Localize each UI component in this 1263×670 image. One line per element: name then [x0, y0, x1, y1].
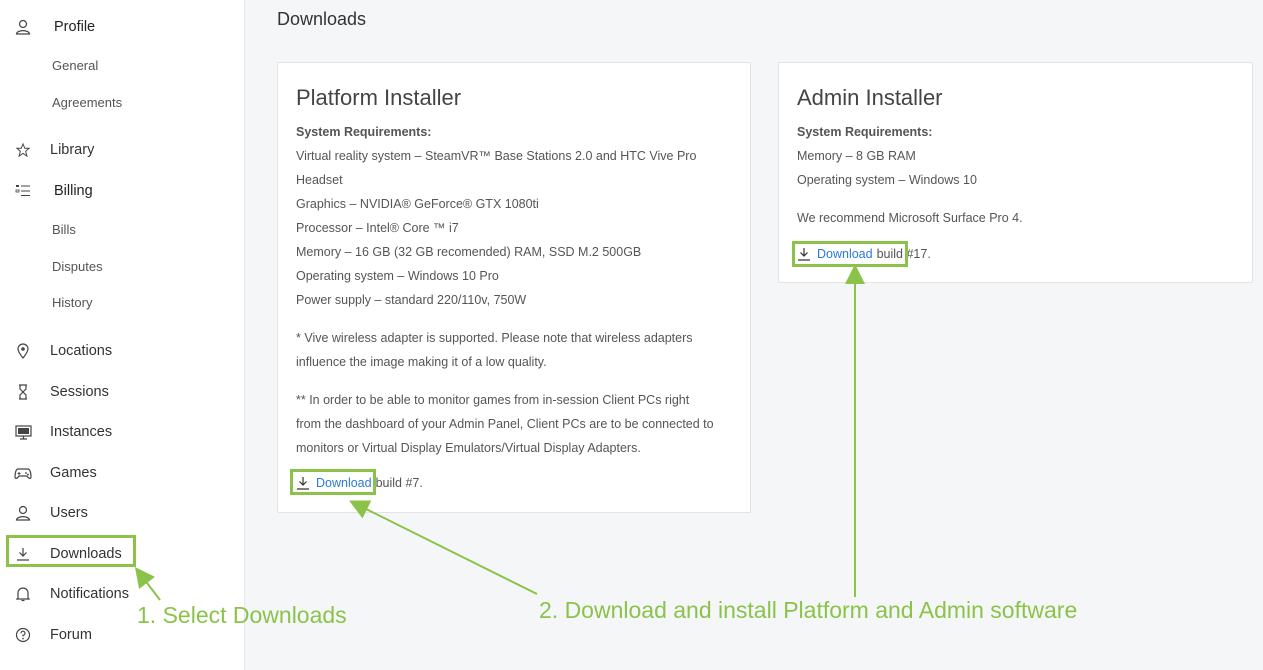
location-pin-icon [14, 342, 32, 360]
nav-locations-label: Locations [50, 343, 113, 359]
platform-req-line: Processor – Intel® Core ™ i7 [296, 221, 459, 235]
nav-games-label: Games [50, 465, 97, 481]
nav-notifications-label: Notifications [50, 586, 129, 602]
nav-users[interactable]: Users [0, 498, 245, 528]
platform-req-line: Headset [296, 173, 343, 187]
help-circle-icon [14, 626, 32, 644]
nav-billing[interactable]: Billing [0, 176, 245, 206]
platform-note: ** In order to be able to monitor games … [296, 393, 690, 407]
arrow-step2-platform [349, 500, 538, 595]
annotation-step1: 1. Select Downloads [137, 602, 347, 628]
downloads-highlight-box [6, 535, 136, 567]
platform-req-line: Memory – 16 GB (32 GB recomended) RAM, S… [296, 245, 642, 259]
platform-req-line: Virtual reality system – SteamVR™ Base S… [296, 149, 697, 163]
admin-req-line: Operating system – Windows 10 [797, 173, 977, 187]
nav-library-label: Library [50, 142, 95, 158]
nav-instances-label: Instances [50, 424, 113, 440]
platform-note: influence the image making it of a low q… [296, 355, 547, 369]
nav-agreements[interactable]: Agreements [52, 93, 122, 113]
admin-req-title: System Requirements: [797, 125, 933, 139]
platform-req-line: Power supply – standard 220/110v, 750W [296, 293, 527, 307]
platform-installer-title: Platform Installer [296, 85, 462, 110]
bell-icon [14, 585, 32, 603]
platform-note: from the dashboard of your Admin Panel, … [296, 417, 714, 431]
nav-history[interactable]: History [52, 293, 92, 313]
star-icon [14, 141, 32, 159]
nav-general[interactable]: General [52, 56, 98, 76]
admin-installer-title: Admin Installer [797, 85, 943, 110]
platform-req-line: Operating system – Windows 10 Pro [296, 269, 499, 283]
nav-library[interactable]: Library [0, 135, 245, 165]
monitor-icon [14, 423, 32, 441]
platform-build-label: build #7. [375, 476, 423, 490]
nav-bills[interactable]: Bills [52, 220, 76, 240]
page-title: Downloads [277, 9, 367, 29]
nav-sessions[interactable]: Sessions [0, 377, 245, 407]
platform-req-title: System Requirements: [296, 125, 432, 139]
list-icon [14, 182, 32, 200]
admin-recommend: We recommend Microsoft Surface Pro 4. [797, 211, 1023, 225]
nav-disputes[interactable]: Disputes [52, 257, 103, 277]
nav-instances[interactable]: Instances [0, 417, 245, 447]
admin-req-line: Memory – 8 GB RAM [797, 149, 916, 163]
annotation-step2: 2. Download and install Platform and Adm… [539, 597, 1078, 623]
sidebar: Profile General Agreements Library Billi… [0, 0, 245, 670]
nav-users-label: Users [50, 505, 88, 521]
platform-req-line: Graphics – NVIDIA® GeForce® GTX 1080ti [296, 197, 539, 211]
platform-download-highlight-box [290, 469, 376, 495]
platform-note: monitors or Virtual Display Emulators/Vi… [296, 441, 641, 455]
nav-profile[interactable]: Profile [0, 12, 245, 42]
platform-note: * Vive wireless adapter is supported. Pl… [296, 331, 693, 345]
nav-billing-label: Billing [54, 183, 93, 199]
nav-profile-label: Profile [54, 19, 96, 35]
nav-sessions-label: Sessions [50, 384, 109, 400]
nav-forum-label: Forum [50, 627, 92, 643]
user-icon [14, 504, 32, 522]
nav-locations[interactable]: Locations [0, 336, 245, 366]
hourglass-icon [14, 383, 32, 401]
admin-download-highlight-box [792, 241, 908, 267]
platform-installer-card: Platform Installer System Requirements: … [277, 62, 751, 513]
gamepad-icon [14, 464, 32, 482]
nav-games[interactable]: Games [0, 458, 245, 488]
user-icon [14, 18, 32, 36]
